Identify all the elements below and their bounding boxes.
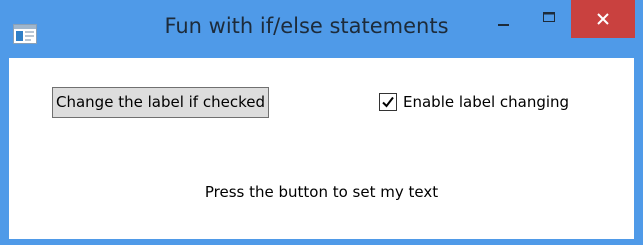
title-bar[interactable]: Fun with if/else statements: [0, 0, 643, 58]
close-button[interactable]: [571, 0, 635, 38]
app-window: Fun with if/else statements Change the l…: [0, 0, 643, 245]
checkmark-icon: [382, 96, 394, 108]
status-label: Press the button to set my text: [204, 183, 439, 201]
checkbox-label[interactable]: Enable label changing: [403, 93, 569, 111]
maximize-icon: [543, 12, 555, 22]
close-icon: [597, 13, 609, 25]
client-area: Change the label if checked Enable label…: [9, 58, 634, 239]
enable-label-changing-checkbox[interactable]: Enable label changing: [379, 91, 569, 113]
change-label-button[interactable]: Change the label if checked: [52, 87, 269, 118]
maximize-button[interactable]: [526, 0, 572, 36]
minimize-icon: [498, 24, 509, 26]
minimize-button[interactable]: [480, 0, 526, 36]
checkbox-box[interactable]: [379, 93, 397, 111]
